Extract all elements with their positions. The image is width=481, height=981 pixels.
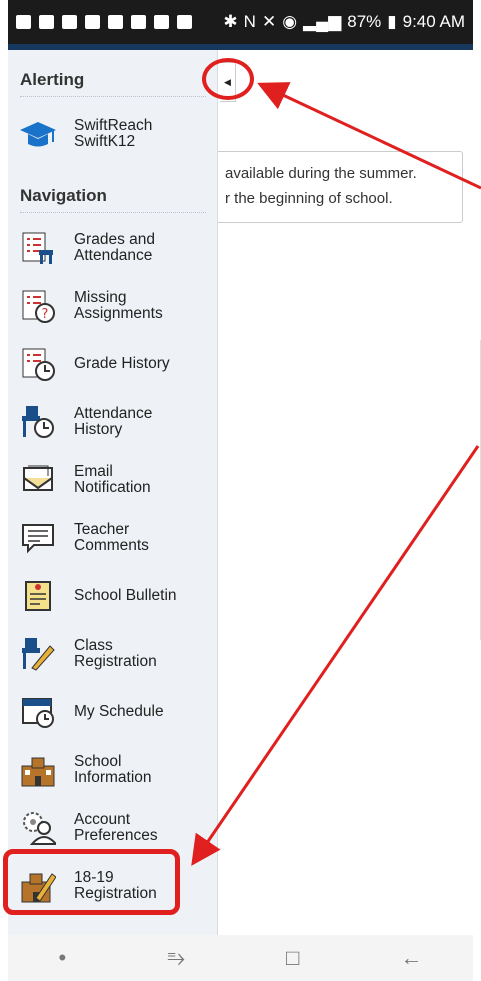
sidebar-item-school-bulletin[interactable]: School Bulletin xyxy=(18,568,214,624)
notice-text-line-2: r the beginning of school. xyxy=(225,190,393,207)
image-icon xyxy=(177,15,192,29)
account-gear-icon xyxy=(18,808,58,848)
mail-icon xyxy=(39,15,54,29)
gradebook-desk-icon xyxy=(18,228,58,268)
school-building-icon xyxy=(18,750,58,790)
mute-icon: ✕ xyxy=(261,12,277,31)
annotation-box xyxy=(3,849,180,915)
sidebar-item-grade-history[interactable]: Grade History xyxy=(18,336,214,392)
sidebar-item-label: Teacher Comments xyxy=(74,521,149,554)
bluetooth-icon: ✱ xyxy=(223,12,238,31)
usb-icon xyxy=(154,15,169,29)
calendar-icon xyxy=(131,15,146,29)
android-navigation-bar: • ⥱ □ ← xyxy=(8,935,473,981)
system-icons: ✱ N ✕ ◉ ▂▄▆ 87% ▮ 9:40 AM xyxy=(223,12,465,32)
grade-history-icon xyxy=(18,344,58,384)
nfc-icon: N xyxy=(243,12,256,31)
sidebar-item-school-information[interactable]: School Information xyxy=(18,742,214,798)
sidebar-item-grades-attendance[interactable]: Grades and Attendance xyxy=(18,220,214,276)
bulletin-note-icon xyxy=(18,576,58,616)
gmail-icon xyxy=(108,15,123,29)
alarm-icon: ◉ xyxy=(282,12,298,31)
status-bar: ✱ N ✕ ◉ ▂▄▆ 87% ▮ 9:40 AM xyxy=(8,0,473,44)
clock: 9:40 AM xyxy=(402,12,465,31)
navigation-drawer: Alerting SwiftReach SwiftK12 Navigation … xyxy=(8,50,218,935)
sidebar-item-label: Grades and Attendance xyxy=(74,231,155,264)
battery-percent: 87% xyxy=(347,12,382,31)
missing-assignment-icon: ? xyxy=(18,286,58,326)
svg-text:?: ? xyxy=(42,307,49,322)
sidebar-item-attendance-history[interactable]: Attendance History xyxy=(18,394,214,450)
sidebar-item-label: Attendance History xyxy=(74,405,153,438)
notice-text-line-1: available during the summer. xyxy=(225,165,417,182)
desk-pencil-icon xyxy=(18,634,58,674)
comment-bubble-icon xyxy=(18,518,58,558)
sidebar-item-label: Account Preferences xyxy=(74,811,158,844)
dot-icon[interactable]: • xyxy=(59,945,67,971)
battery-icon: ▮ xyxy=(387,12,397,31)
recent-apps-icon[interactable]: ⥱ xyxy=(167,945,185,971)
sidebar-item-label: My Schedule xyxy=(74,703,164,720)
sidebar-item-label: Class Registration xyxy=(74,637,157,670)
notification-icons xyxy=(16,15,192,29)
sidebar-item-class-registration[interactable]: Class Registration xyxy=(18,626,214,682)
sidebar-item-label: Email Notification xyxy=(74,463,151,496)
sidebar-item-my-schedule[interactable]: My Schedule xyxy=(18,684,214,740)
sidebar-item-label: SwiftReach SwiftK12 xyxy=(74,117,153,150)
sidebar-item-label: School Bulletin xyxy=(74,587,177,604)
graduation-cap-icon xyxy=(18,114,58,154)
envelope-icon xyxy=(18,460,58,500)
sidebar-item-email-notification[interactable]: Email Notification xyxy=(18,452,214,508)
alerting-heading: Alerting xyxy=(20,70,206,97)
summer-notice-box: available during the summer. r the begin… xyxy=(210,151,463,223)
home-icon[interactable]: □ xyxy=(286,945,299,971)
annotation-circle xyxy=(202,58,254,100)
sidebar-item-missing-assignments[interactable]: ? Missing Assignments xyxy=(18,278,214,334)
sidebar-item-label: Missing Assignments xyxy=(74,289,163,322)
app-icon xyxy=(85,15,100,29)
message-icon xyxy=(62,15,77,29)
left-frame xyxy=(0,0,8,981)
back-icon[interactable]: ← xyxy=(400,945,422,971)
sidebar-item-account-preferences[interactable]: Account Preferences xyxy=(18,800,214,856)
facebook-icon xyxy=(16,15,31,29)
navigation-heading: Navigation xyxy=(20,186,206,213)
sidebar-item-teacher-comments[interactable]: Teacher Comments xyxy=(18,510,214,566)
sidebar-item-label: School Information xyxy=(74,753,152,786)
attendance-history-icon xyxy=(18,402,58,442)
sidebar-item-label: Grade History xyxy=(74,355,170,372)
sidebar-item-swiftreach[interactable]: SwiftReach SwiftK12 xyxy=(18,106,214,162)
signal-icon: ▂▄▆ xyxy=(303,12,342,31)
schedule-calendar-icon xyxy=(18,692,58,732)
